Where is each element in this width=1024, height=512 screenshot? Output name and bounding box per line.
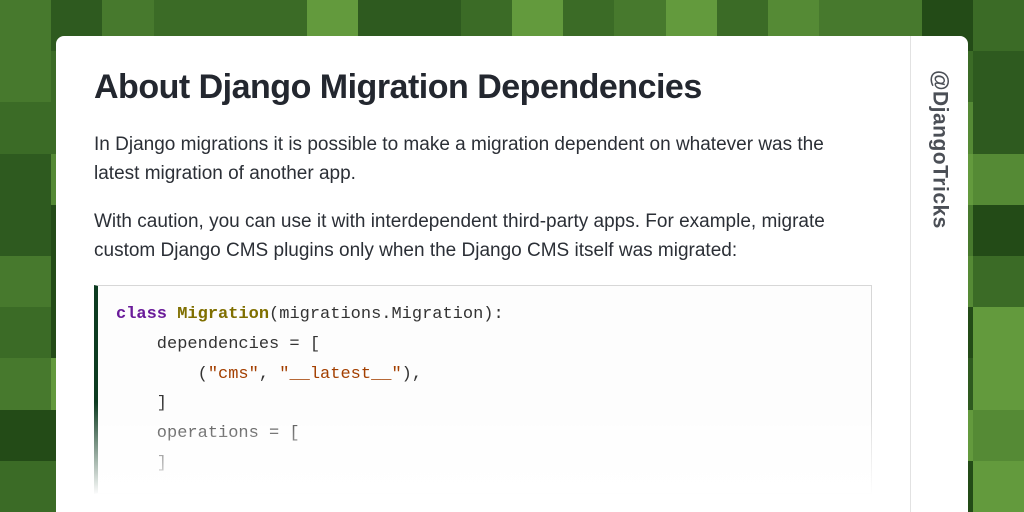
code-block: class Migration(migrations.Migration): d… xyxy=(94,285,872,494)
code-keyword: class xyxy=(116,305,167,324)
code-comma: , xyxy=(259,365,279,384)
main-content: About Django Migration Dependencies In D… xyxy=(56,36,910,512)
code-line: operations = [ xyxy=(116,424,300,443)
code-base: (migrations.Migration): xyxy=(269,305,504,324)
code-classname: Migration xyxy=(177,305,269,324)
content-card: About Django Migration Dependencies In D… xyxy=(56,36,968,512)
code-line: dependencies = [ xyxy=(116,335,320,354)
code-line: ( xyxy=(116,365,208,384)
paragraph-2: With caution, you can use it with interd… xyxy=(94,208,872,265)
author-handle: @DjangoTricks xyxy=(928,70,952,229)
page-title: About Django Migration Dependencies xyxy=(94,68,872,107)
code-line: ] xyxy=(116,394,167,413)
code-string: "cms" xyxy=(208,365,259,384)
code-string: "__latest__" xyxy=(279,365,401,384)
code-line: ] xyxy=(116,454,167,473)
sidebar: @DjangoTricks xyxy=(910,36,968,512)
code-line: ), xyxy=(402,365,422,384)
paragraph-1: In Django migrations it is possible to m… xyxy=(94,131,872,188)
